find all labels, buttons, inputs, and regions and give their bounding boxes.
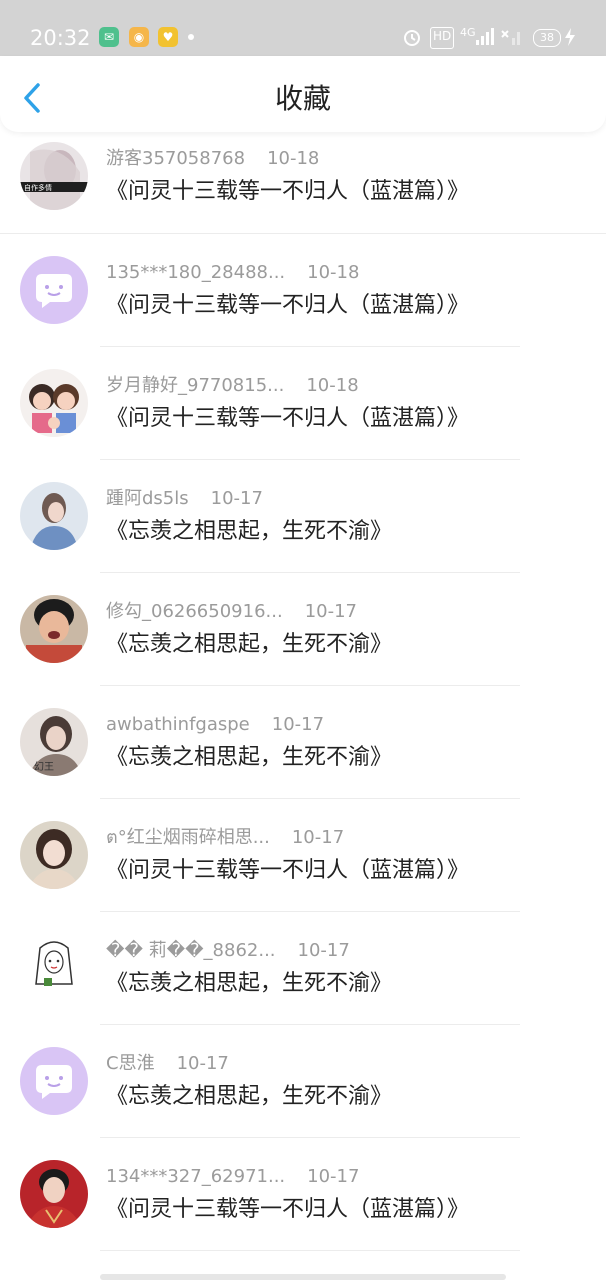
date-label: 10-18 [267,148,320,169]
work-title[interactable]: 《忘羡之相思起，生死不渝》 [106,743,392,773]
signal-icon [476,28,494,45]
yellow-app-icon: ♥ [158,27,178,47]
list-item[interactable]: 踵阿ds5ls 10-17 《忘羡之相思起，生死不渝》 [0,460,606,573]
avatar[interactable] [20,1160,88,1228]
user-photo-icon [20,821,88,889]
list-item[interactable]: 134***327_62971... 10-17 《问灵十三载等一不归人（蓝湛篇）… [0,1138,606,1251]
svg-text:自作多情: 自作多情 [24,183,52,192]
avatar[interactable] [20,482,88,550]
nav-bar: 收藏 [0,56,606,132]
alarm-icon [404,30,420,46]
username: 岁月静好_9770815... [106,375,285,396]
list-item[interactable]: ต°红尘烟雨碎相思... 10-17 《问灵十三载等一不归人（蓝湛篇）》 [0,799,606,912]
favorites-list: 自作多情 游客357058768 10-18 《问灵十三载等一不归人（蓝湛篇）》 … [0,132,606,1251]
date-label: 10-17 [297,940,350,961]
user-photo-icon [20,482,88,550]
messages-app-icon: ✉ [99,27,119,47]
username: 134***327_62971... [106,1166,286,1187]
avatar[interactable] [20,934,88,1002]
date-label: 10-17 [307,1166,360,1187]
username: 修勾_0626650916... [106,601,283,622]
username: awbathinfgaspe [106,714,250,735]
battery-icon: 38 [533,29,561,47]
user-photo-icon [20,1160,88,1228]
avatar[interactable] [20,256,88,324]
avatar[interactable] [20,821,88,889]
svg-text:幻王: 幻王 [34,760,54,773]
divider [100,1250,520,1251]
work-title[interactable]: 《忘羡之相思起，生死不渝》 [106,517,392,547]
user-photo-icon: 自作多情 [20,142,88,210]
sketch-avatar-icon [20,934,88,1002]
date-label: 10-17 [291,827,345,848]
avatar[interactable] [20,1047,88,1115]
list-item[interactable]: 岁月静好_9770815... 10-18 《问灵十三载等一不归人（蓝湛篇）》 [0,347,606,460]
charging-icon [565,28,575,46]
date-label: 10-18 [306,375,359,396]
work-title[interactable]: 《问灵十三载等一不归人（蓝湛篇）》 [106,177,469,207]
avatar[interactable]: 自作多情 [20,142,88,210]
username: 135***180_28488... [106,262,286,283]
notification-dot [188,34,194,40]
avatar[interactable] [20,369,88,437]
work-title[interactable]: 《问灵十三载等一不归人（蓝湛篇）》 [106,856,469,886]
user-photo-icon: 幻王 [20,708,88,776]
list-item[interactable]: C思淮 10-17 《忘羡之相思起，生死不渝》 [0,1025,606,1138]
date-label: 10-17 [176,1053,229,1074]
username: 踵阿ds5ls [106,488,189,509]
date-label: 10-17 [304,601,357,622]
status-bar: 20:32 ✉ ◉ ♥ HD 4G 38 [0,0,606,56]
bottom-toolbar-hint [100,1274,506,1280]
date-label: 10-17 [271,714,325,735]
work-title[interactable]: 《问灵十三载等一不归人（蓝湛篇）》 [106,291,469,321]
username: �� 莉��_8862... [106,940,276,961]
user-photo-icon [20,595,88,663]
page-title: 收藏 [274,82,331,115]
status-time: 20:32 [30,26,91,50]
username: ต°红尘烟雨碎相思... [106,827,270,848]
username: 游客357058768 [106,148,246,169]
weibo-app-icon: ◉ [129,27,149,47]
avatar[interactable] [20,595,88,663]
cartoon-avatar-icon [20,369,88,437]
work-title[interactable]: 《忘羡之相思起，生死不渝》 [106,630,392,660]
default-avatar-icon [20,1047,88,1115]
list-item[interactable]: 幻王 awbathinfgaspe 10-17 《忘羡之相思起，生死不渝》 [0,686,606,799]
work-title[interactable]: 《忘羡之相思起，生死不渝》 [106,1082,392,1112]
hd-badge: HD [430,27,455,49]
list-item[interactable]: �� 莉��_8862... 10-17 《忘羡之相思起，生死不渝》 [0,912,606,1025]
list-item[interactable]: 修勾_0626650916... 10-17 《忘羡之相思起，生死不渝》 [0,573,606,686]
username: C思淮 [106,1053,155,1074]
avatar[interactable]: 幻王 [20,708,88,776]
work-title[interactable]: 《问灵十三载等一不归人（蓝湛篇）》 [106,1195,469,1225]
default-avatar-icon [20,256,88,324]
list-item[interactable]: 自作多情 游客357058768 10-18 《问灵十三载等一不归人（蓝湛篇）》 [0,132,606,234]
list-item[interactable]: 135***180_28488... 10-18 《问灵十三载等一不归人（蓝湛篇）… [0,234,606,347]
work-title[interactable]: 《忘羡之相思起，生死不渝》 [106,969,392,999]
date-label: 10-18 [307,262,360,283]
date-label: 10-17 [210,488,263,509]
signal-2-icon [501,30,520,45]
work-title[interactable]: 《问灵十三载等一不归人（蓝湛篇）》 [106,404,469,434]
